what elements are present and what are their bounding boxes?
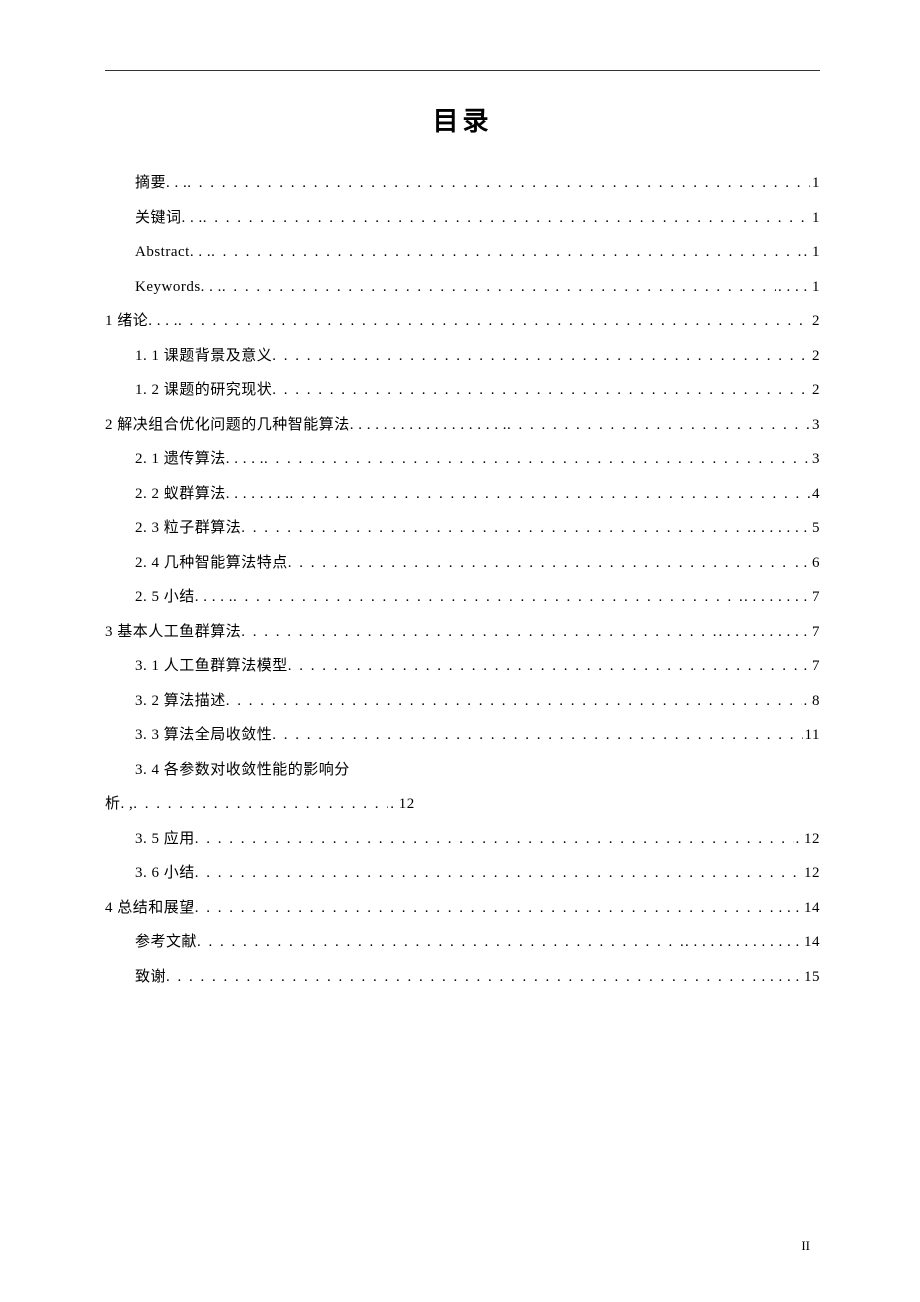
toc-entry-label: Abstract. . . <box>135 235 211 270</box>
toc-entry: 2. 5 小结. . . . .. . . . . . . . . . . . … <box>105 580 820 615</box>
toc-entry-label: 3 基本人工鱼群算法 <box>105 615 241 650</box>
toc-entry-page: 2 <box>810 339 820 374</box>
toc-leader-dots: . . . . . . . . . . . . . . . . . . . . … <box>272 339 810 374</box>
toc-entry: 3. 6 小结. . . . . . . . . . . . . . . . .… <box>105 856 820 891</box>
toc-entry-page: . . 6 <box>793 546 820 581</box>
toc-entry-page: . . . . . . . . . . . . . . 14 <box>683 925 820 960</box>
toc-title: 目录 <box>105 101 820 138</box>
toc-entry-label: 致谢 <box>135 960 166 995</box>
toc-leader-dots: . . . . . . . . . . . . . . . . . . . . … <box>203 201 810 236</box>
toc-entry: 析. ,. . . . . . . . . . . . . . . . . . … <box>105 787 820 822</box>
toc-entry-label: 2. 3 粒子群算法 <box>135 511 241 546</box>
toc-leader-dots: . . . . . . . . . . . . . . . . . . . . … <box>133 787 388 822</box>
toc-entry-page: 3 <box>810 408 820 443</box>
toc-entry: 2. 3 粒子群算法. . . . . . . . . . . . . . . … <box>105 511 820 546</box>
toc-entry: 2 解决组合优化问题的几种智能算法. . . . . . . . . . . .… <box>105 408 820 443</box>
toc-leader-dots: . . . . . . . . . . . . . . . . . . . . … <box>195 822 794 857</box>
toc-entry-label: 3. 5 应用 <box>135 822 195 857</box>
toc-entry-page: . . . 14 <box>777 891 821 926</box>
toc-entry: 3 基本人工鱼群算法. . . . . . . . . . . . . . . … <box>105 615 820 650</box>
toc-entry-page: 4 <box>810 477 820 512</box>
toc-leader-dots: . . . . . . . . . . . . . . . . . . . . … <box>226 684 802 719</box>
toc-leader-dots: . . . . . . . . . . . . . . . . . . . . … <box>197 925 683 960</box>
toc-entry: 4 总结和展望. . . . . . . . . . . . . . . . .… <box>105 891 820 926</box>
toc-entry-label: Keywords. . . <box>135 270 222 305</box>
toc-entry-page: 11 <box>803 718 820 753</box>
document-page: 目录 摘要. . .. . . . . . . . . . . . . . . … <box>0 0 920 1034</box>
toc-leader-dots: . . . . . . . . . . . . . . . . . . . . … <box>195 891 777 926</box>
toc-entry-page: . . . . . . . . 7 <box>742 580 820 615</box>
toc-leader-dots: . . . . . . . . . . . . . . . . . . . . … <box>290 477 810 512</box>
toc-entry: 致谢. . . . . . . . . . . . . . . . . . . … <box>105 960 820 995</box>
toc-leader-dots: . . . . . . . . . . . . . . . . . . . . … <box>178 304 810 339</box>
toc-entry-page: . 8 <box>802 684 821 719</box>
toc-entry-label: 析. , <box>105 787 133 822</box>
toc-entry-page: . . . . . . . 5 <box>751 511 821 546</box>
top-horizontal-rule <box>105 70 820 71</box>
toc-entry: 2. 1 遗传算法. . . . .. . . . . . . . . . . … <box>105 442 820 477</box>
toc-entry-label: 3. 3 算法全局收敛性 <box>135 718 272 753</box>
toc-entry-label: 2 解决组合优化问题的几种智能算法. . . . . . . . . . . .… <box>105 408 507 443</box>
toc-entry-label: 3. 1 人工鱼群算法模型 <box>135 649 288 684</box>
toc-entry-label: 2. 4 几种智能算法特点 <box>135 546 288 581</box>
toc-entry-label: 4 总结和展望 <box>105 891 195 926</box>
toc-entry-page: 1 <box>810 201 820 236</box>
toc-entry-page: . 12 <box>388 787 415 822</box>
toc-entry-page: 1 <box>810 166 820 201</box>
toc-entry: 3. 3 算法全局收敛性. . . . . . . . . . . . . . … <box>105 718 820 753</box>
toc-leader-dots: . . . . . . . . . . . . . . . . . . . . … <box>241 615 716 650</box>
toc-entry-page: 3 <box>810 442 820 477</box>
toc-leader-dots: . . . . . . . . . . . . . . . . . . . . … <box>288 546 793 581</box>
toc-entry-page: . 1 <box>802 235 821 270</box>
toc-leader-dots: . . . . . . . . . . . . . . . . . . . . … <box>187 166 810 201</box>
toc-leader-dots: . . . . . . . . . . . . . . . . . . . . … <box>222 270 776 305</box>
toc-entry-label: 2. 1 遗传算法. . . . . <box>135 442 264 477</box>
toc-entry: 关键词. . .. . . . . . . . . . . . . . . . … <box>105 201 820 236</box>
table-of-contents: 摘要. . .. . . . . . . . . . . . . . . . .… <box>105 166 820 994</box>
toc-leader-dots: . . . . . . . . . . . . . . . . . . . . … <box>507 408 810 443</box>
toc-entry-page: . 7 <box>802 649 821 684</box>
toc-entry: 1. 2 课题的研究现状. . . . . . . . . . . . . . … <box>105 373 820 408</box>
toc-entry: 1. 1 课题背景及意义. . . . . . . . . . . . . . … <box>105 339 820 374</box>
toc-entry: Keywords. . .. . . . . . . . . . . . . .… <box>105 270 820 305</box>
toc-entry-label: 参考文献 <box>135 925 197 960</box>
page-number: II <box>801 1238 810 1254</box>
toc-entry: 2. 2 蚁群算法. . . . . . . .. . . . . . . . … <box>105 477 820 512</box>
toc-entry-label: 2. 5 小结. . . . . <box>135 580 233 615</box>
toc-entry-label: 1 绪论. . . . <box>105 304 178 339</box>
toc-entry-page: . . . . 1 <box>776 270 820 305</box>
toc-leader-dots: . . . . . . . . . . . . . . . . . . . . … <box>195 856 802 891</box>
toc-entry: 摘要. . .. . . . . . . . . . . . . . . . .… <box>105 166 820 201</box>
toc-entry-page: . 12 <box>794 822 821 857</box>
toc-entry: 2. 4 几种智能算法特点. . . . . . . . . . . . . .… <box>105 546 820 581</box>
toc-leader-dots: . . . . . . . . . . . . . . . . . . . . … <box>272 718 802 753</box>
toc-entry-label: 1. 1 课题背景及意义 <box>135 339 272 374</box>
toc-entry: 3. 5 应用. . . . . . . . . . . . . . . . .… <box>105 822 820 857</box>
toc-leader-dots: . . . . . . . . . . . . . . . . . . . . … <box>166 960 759 995</box>
toc-entry-page: 12 <box>802 856 820 891</box>
toc-entry-page: 2 <box>810 373 820 408</box>
toc-entry-label: 3. 2 算法描述 <box>135 684 226 719</box>
toc-leader-dots: . . . . . . . . . . . . . . . . . . . . … <box>233 580 742 615</box>
toc-entry: 参考文献. . . . . . . . . . . . . . . . . . … <box>105 925 820 960</box>
toc-entry: 3. 1 人工鱼群算法模型. . . . . . . . . . . . . .… <box>105 649 820 684</box>
toc-entry-label: 3. 4 各参数对收敛性能的影响分 <box>135 753 350 788</box>
toc-entry-label: 关键词. . . <box>135 201 203 236</box>
toc-leader-dots: . . . . . . . . . . . . . . . . . . . . … <box>211 235 801 270</box>
toc-entry: 3. 2 算法描述. . . . . . . . . . . . . . . .… <box>105 684 820 719</box>
toc-entry: Abstract. . .. . . . . . . . . . . . . .… <box>105 235 820 270</box>
toc-leader-dots: . . . . . . . . . . . . . . . . . . . . … <box>241 511 750 546</box>
toc-entry-page: . . . . . . . . . . . 7 <box>717 615 821 650</box>
toc-entry-label: 摘要. . . <box>135 166 187 201</box>
toc-entry-page: . . . . . 15 <box>760 960 821 995</box>
toc-entry-label: 1. 2 课题的研究现状 <box>135 373 272 408</box>
toc-leader-dots: . . . . . . . . . . . . . . . . . . . . … <box>288 649 802 684</box>
toc-entry-label: 2. 2 蚁群算法. . . . . . . . <box>135 477 290 512</box>
toc-leader-dots: . . . . . . . . . . . . . . . . . . . . … <box>264 442 810 477</box>
toc-entry: 3. 4 各参数对收敛性能的影响分 <box>105 753 820 788</box>
toc-entry-label: 3. 6 小结 <box>135 856 195 891</box>
toc-entry-page: 2 <box>810 304 820 339</box>
toc-leader-dots: . . . . . . . . . . . . . . . . . . . . … <box>272 373 810 408</box>
toc-entry: 1 绪论. . . .. . . . . . . . . . . . . . .… <box>105 304 820 339</box>
